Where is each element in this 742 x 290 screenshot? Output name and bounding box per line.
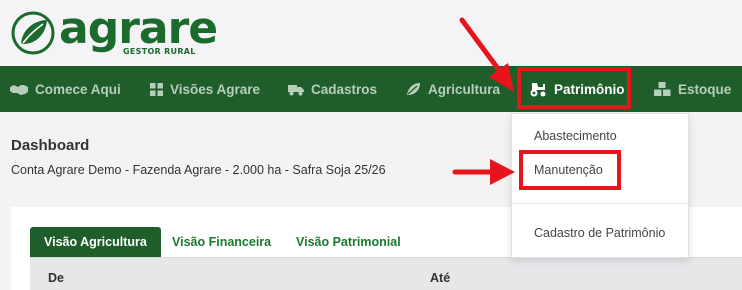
menu-divider	[511, 203, 689, 204]
handshake-icon	[10, 84, 28, 95]
grid-icon	[150, 82, 163, 96]
tab-visao-patrimonial[interactable]: Visão Patrimonial	[296, 227, 401, 257]
brand-tagline: GESTOR RURAL	[123, 47, 196, 56]
column-header-ate: Até	[430, 271, 451, 285]
nav-label: Agricultura	[428, 81, 501, 97]
nav-cadastros[interactable]: Cadastros	[288, 66, 377, 112]
header: agrare GESTOR RURAL	[0, 0, 742, 66]
tab-visao-financeira[interactable]: Visão Financeira	[172, 227, 271, 257]
tab-visao-agricultura[interactable]: Visão Agricultura	[30, 227, 161, 257]
truck-icon	[288, 84, 304, 95]
leaf-icon	[407, 83, 420, 95]
nav-label: Estoque	[678, 81, 732, 97]
boxes-icon	[654, 82, 671, 96]
nav-estoque[interactable]: Estoque	[654, 66, 731, 112]
nav-label: Comece Aqui	[35, 81, 121, 97]
highlight-box-manutencao	[519, 150, 621, 190]
page-title: Dashboard	[11, 137, 90, 154]
nav-label: Visões Agrare	[170, 81, 261, 97]
leaf-logo-icon	[11, 11, 55, 55]
page-subtitle: Conta Agrare Demo - Fazenda Agrare - 2.0…	[11, 163, 386, 177]
table-header-row	[30, 258, 742, 290]
column-header-de: De	[48, 271, 64, 285]
menu-item-abastecimento[interactable]: Abastecimento	[534, 129, 617, 143]
nav-comece-aqui[interactable]: Comece Aqui	[10, 66, 121, 112]
nav-agricultura[interactable]: Agricultura	[406, 66, 500, 112]
nav-label: Cadastros	[311, 81, 378, 97]
menu-item-cadastro-de-patrimonio[interactable]: Cadastro de Patrimônio	[534, 226, 665, 240]
highlight-box-patrimonio	[517, 67, 631, 109]
arrow-to-manutencao-icon	[452, 159, 515, 185]
nav-visoes-agrare[interactable]: Visões Agrare	[150, 66, 260, 112]
